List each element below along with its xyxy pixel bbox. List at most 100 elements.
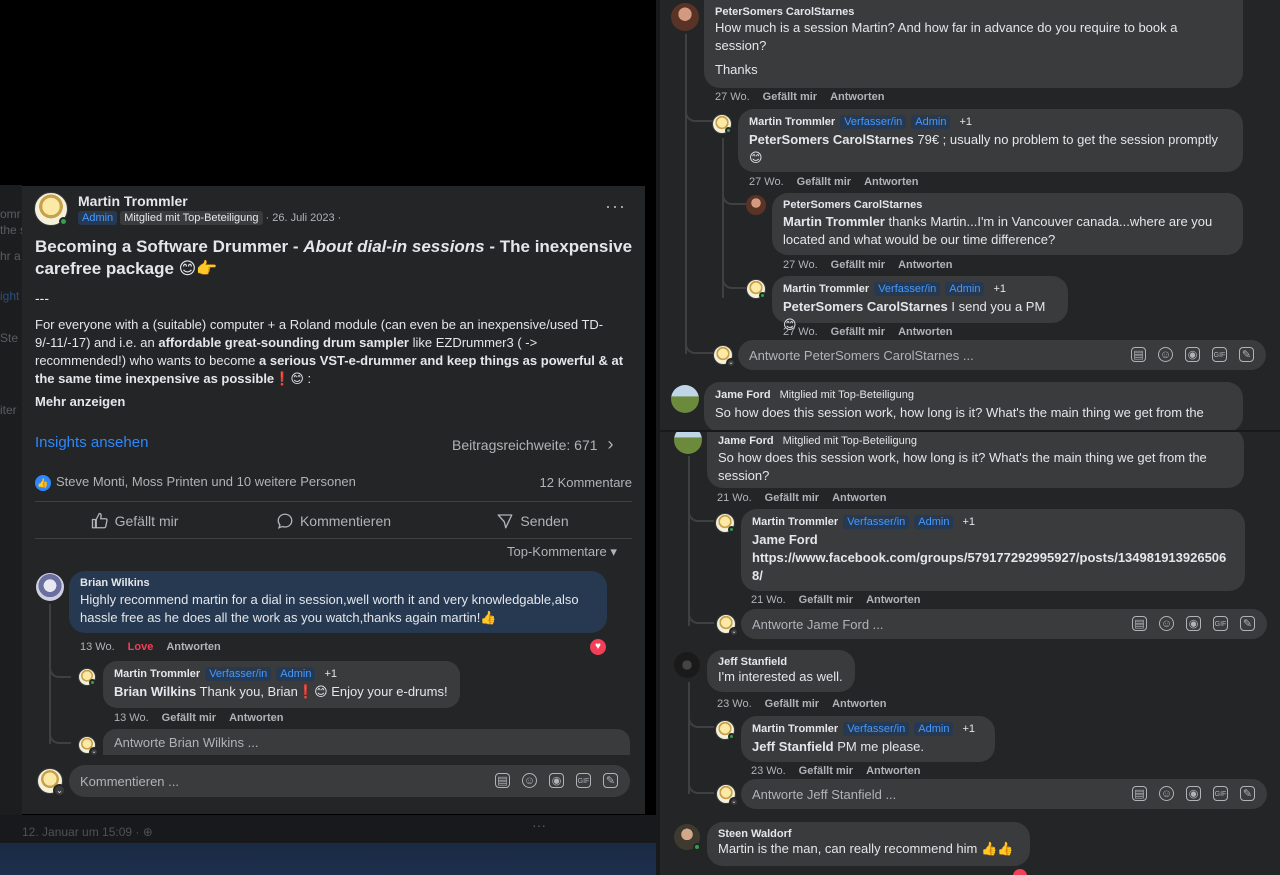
commenter-name[interactable]: Steen Waldorf: [718, 828, 1019, 840]
sticker-icon[interactable]: ▤: [1131, 347, 1146, 362]
emoji-icon[interactable]: ☺: [1159, 786, 1174, 801]
reply-button[interactable]: Antworten: [832, 698, 886, 710]
gif-icon[interactable]: GIF: [1213, 616, 1228, 631]
gif-icon[interactable]: GIF: [1212, 347, 1227, 362]
show-more-link[interactable]: Mehr anzeigen: [35, 394, 125, 409]
comments-count[interactable]: 12 Kommentare: [540, 475, 633, 490]
commenter-name[interactable]: Martin Trommler: [114, 668, 200, 680]
mention-link[interactable]: PeterSomers CarolStarnes: [783, 299, 948, 314]
commenter-name[interactable]: Martin Trommler: [749, 116, 835, 128]
like-comment-button[interactable]: Gefällt mir: [765, 698, 819, 710]
martin-avatar[interactable]: [712, 114, 732, 134]
mention-link[interactable]: PeterSomers CarolStarnes: [749, 132, 914, 147]
sticker-icon[interactable]: ▤: [1132, 616, 1147, 631]
author-avatar[interactable]: [34, 192, 68, 226]
like-comment-button[interactable]: Gefällt mir: [765, 492, 819, 504]
gif-icon[interactable]: GIF: [576, 773, 591, 788]
mention-link[interactable]: Jeff Stanfield: [752, 739, 834, 754]
camera-icon[interactable]: ◉: [1186, 786, 1201, 801]
commenter-name[interactable]: Jeff Stanfield: [718, 656, 844, 668]
brian-avatar[interactable]: [36, 573, 64, 601]
comment-time[interactable]: 21 Wo.: [717, 492, 752, 504]
mention-link[interactable]: Brian Wilkins: [114, 684, 196, 699]
commenter-name[interactable]: Jame Ford: [718, 435, 774, 447]
reply-button[interactable]: Antworten: [166, 641, 220, 653]
reply-peter-input[interactable]: Antworte PeterSomers CarolStarnes ... ▤ …: [738, 340, 1266, 370]
comment-time[interactable]: 21 Wo.: [751, 594, 786, 606]
reply-brian-input[interactable]: Antworte Brian Wilkins ...: [103, 729, 630, 755]
martin-avatar[interactable]: [746, 279, 766, 299]
post-date[interactable]: · 26. Juli 2023 ·: [266, 212, 342, 224]
love-reaction-button[interactable]: Love: [128, 641, 154, 653]
commenter-name[interactable]: Martin Trommler: [752, 723, 838, 735]
heart-icon[interactable]: [1013, 869, 1027, 875]
commenter-name[interactable]: Jame Ford: [715, 389, 771, 401]
reactions-summary[interactable]: 👍 Steve Monti, Moss Printen und 10 weiter…: [35, 474, 356, 491]
martin-avatar[interactable]: [715, 513, 735, 533]
emoji-icon[interactable]: ☺: [1158, 347, 1173, 362]
comment-time[interactable]: 23 Wo.: [717, 698, 752, 710]
jame-avatar[interactable]: [671, 385, 699, 413]
steen-avatar[interactable]: [674, 824, 701, 851]
reply-jame-input[interactable]: Antworte Jame Ford ... ▤ ☺ ◉ GIF ✎: [741, 609, 1267, 639]
like-comment-button[interactable]: Gefällt mir: [162, 712, 216, 724]
like-comment-button[interactable]: Gefällt mir: [831, 326, 885, 338]
avatar-sticker-icon[interactable]: ✎: [603, 773, 618, 788]
comment-time[interactable]: 27 Wo.: [783, 326, 818, 338]
emoji-icon[interactable]: ☺: [1159, 616, 1174, 631]
reply-jeff-input[interactable]: Antworte Jeff Stanfield ... ▤ ☺ ◉ GIF ✎: [741, 779, 1267, 809]
emoji-icon[interactable]: ☺: [522, 773, 537, 788]
commenter-name[interactable]: PeterSomers CarolStarnes: [783, 199, 1232, 211]
like-comment-button[interactable]: Gefällt mir: [831, 259, 885, 271]
comment-button[interactable]: Kommentieren: [234, 504, 433, 537]
like-button[interactable]: Gefällt mir: [35, 504, 234, 537]
camera-icon[interactable]: ◉: [549, 773, 564, 788]
more-badges[interactable]: +1: [955, 115, 977, 129]
comment-time[interactable]: 27 Wo.: [749, 176, 784, 188]
avatar-sticker-icon[interactable]: ✎: [1240, 786, 1255, 801]
reply-button[interactable]: Antworten: [898, 259, 952, 271]
mention-link[interactable]: Martin Trommler: [783, 214, 885, 229]
mention-link[interactable]: Jame Ford: [752, 531, 1234, 549]
heart-icon[interactable]: ♥: [590, 639, 606, 655]
reply-button[interactable]: Antworten: [830, 91, 884, 103]
martin-avatar[interactable]: [78, 668, 96, 686]
like-comment-button[interactable]: Gefällt mir: [799, 594, 853, 606]
post-options-icon[interactable]: ···: [605, 196, 626, 217]
gif-icon[interactable]: GIF: [1213, 786, 1228, 801]
reply-button[interactable]: Antworten: [864, 176, 918, 188]
post-reach[interactable]: Beitragsreichweite: 671 ›: [452, 434, 614, 455]
commenter-name[interactable]: Martin Trommler: [752, 516, 838, 528]
more-badges[interactable]: +1: [320, 667, 342, 681]
like-comment-button[interactable]: Gefällt mir: [797, 176, 851, 188]
more-badges[interactable]: +1: [989, 282, 1011, 296]
martin-avatar[interactable]: [715, 720, 735, 740]
post-link[interactable]: https://www.facebook.com/groups/57917729…: [752, 549, 1234, 585]
more-badges[interactable]: +1: [958, 722, 980, 736]
post-author-name[interactable]: Martin Trommler: [78, 193, 188, 209]
comment-input[interactable]: Kommentieren ... ▤ ☺ ◉ GIF ✎: [69, 765, 630, 797]
commenter-name[interactable]: PeterSomers CarolStarnes: [715, 6, 1232, 18]
comment-time[interactable]: 13 Wo.: [80, 641, 115, 653]
reply-button[interactable]: Antworten: [229, 712, 283, 724]
camera-icon[interactable]: ◉: [1185, 347, 1200, 362]
more-badges[interactable]: +1: [958, 515, 980, 529]
comment-time[interactable]: 27 Wo.: [715, 91, 750, 103]
comment-sort-dropdown[interactable]: Top-Kommentare ▾: [507, 544, 617, 560]
comment-time[interactable]: 27 Wo.: [783, 259, 818, 271]
avatar-sticker-icon[interactable]: ✎: [1239, 347, 1254, 362]
insights-link[interactable]: Insights ansehen: [35, 434, 148, 451]
send-button[interactable]: Senden: [433, 504, 632, 537]
commenter-name[interactable]: Brian Wilkins: [80, 577, 596, 589]
sticker-icon[interactable]: ▤: [495, 773, 510, 788]
comment-time[interactable]: 23 Wo.: [751, 765, 786, 777]
jame-avatar[interactable]: [674, 432, 702, 454]
jeff-avatar[interactable]: [674, 652, 700, 678]
avatar-sticker-icon[interactable]: ✎: [1240, 616, 1255, 631]
camera-icon[interactable]: ◉: [1186, 616, 1201, 631]
comment-time[interactable]: 13 Wo.: [114, 712, 149, 724]
reply-button[interactable]: Antworten: [866, 594, 920, 606]
peter-avatar[interactable]: [671, 3, 699, 31]
sticker-icon[interactable]: ▤: [1132, 786, 1147, 801]
peter-avatar[interactable]: [746, 195, 766, 215]
